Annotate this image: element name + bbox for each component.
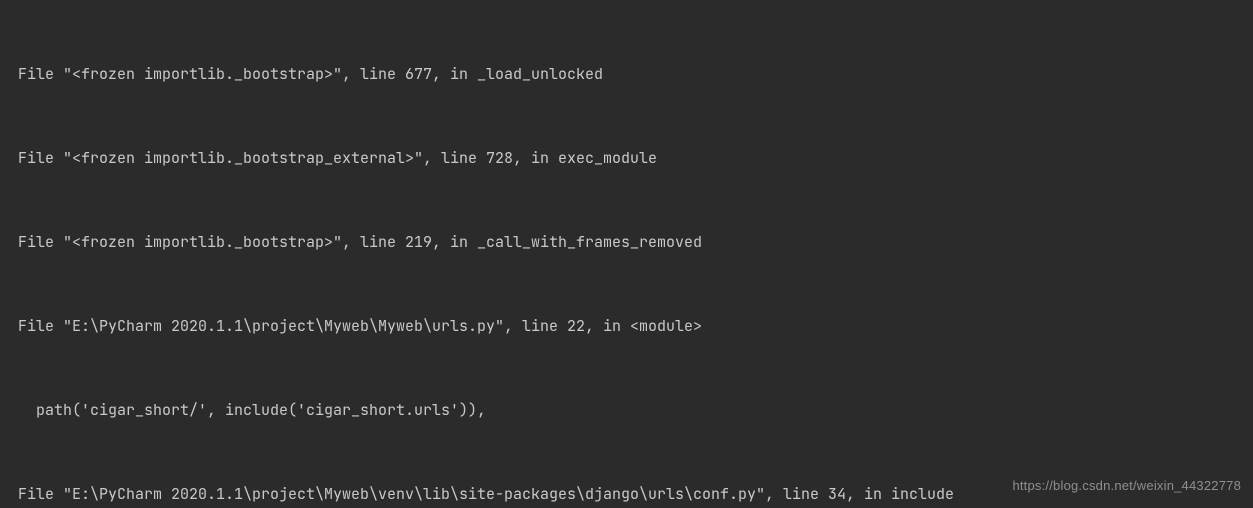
watermark-text: https://blog.csdn.net/weixin_44322778 bbox=[1012, 472, 1241, 500]
console-output[interactable]: File "<frozen importlib._bootstrap>", li… bbox=[0, 0, 1253, 508]
traceback-line: File "<frozen importlib._bootstrap_exter… bbox=[0, 144, 1253, 172]
traceback-line: File "E:\PyCharm 2020.1.1\project\Myweb\… bbox=[0, 312, 1253, 340]
traceback-line: path('cigar_short/', include('cigar_shor… bbox=[0, 396, 1253, 424]
traceback-line: File "<frozen importlib._bootstrap>", li… bbox=[0, 60, 1253, 88]
traceback-line: File "<frozen importlib._bootstrap>", li… bbox=[0, 228, 1253, 256]
